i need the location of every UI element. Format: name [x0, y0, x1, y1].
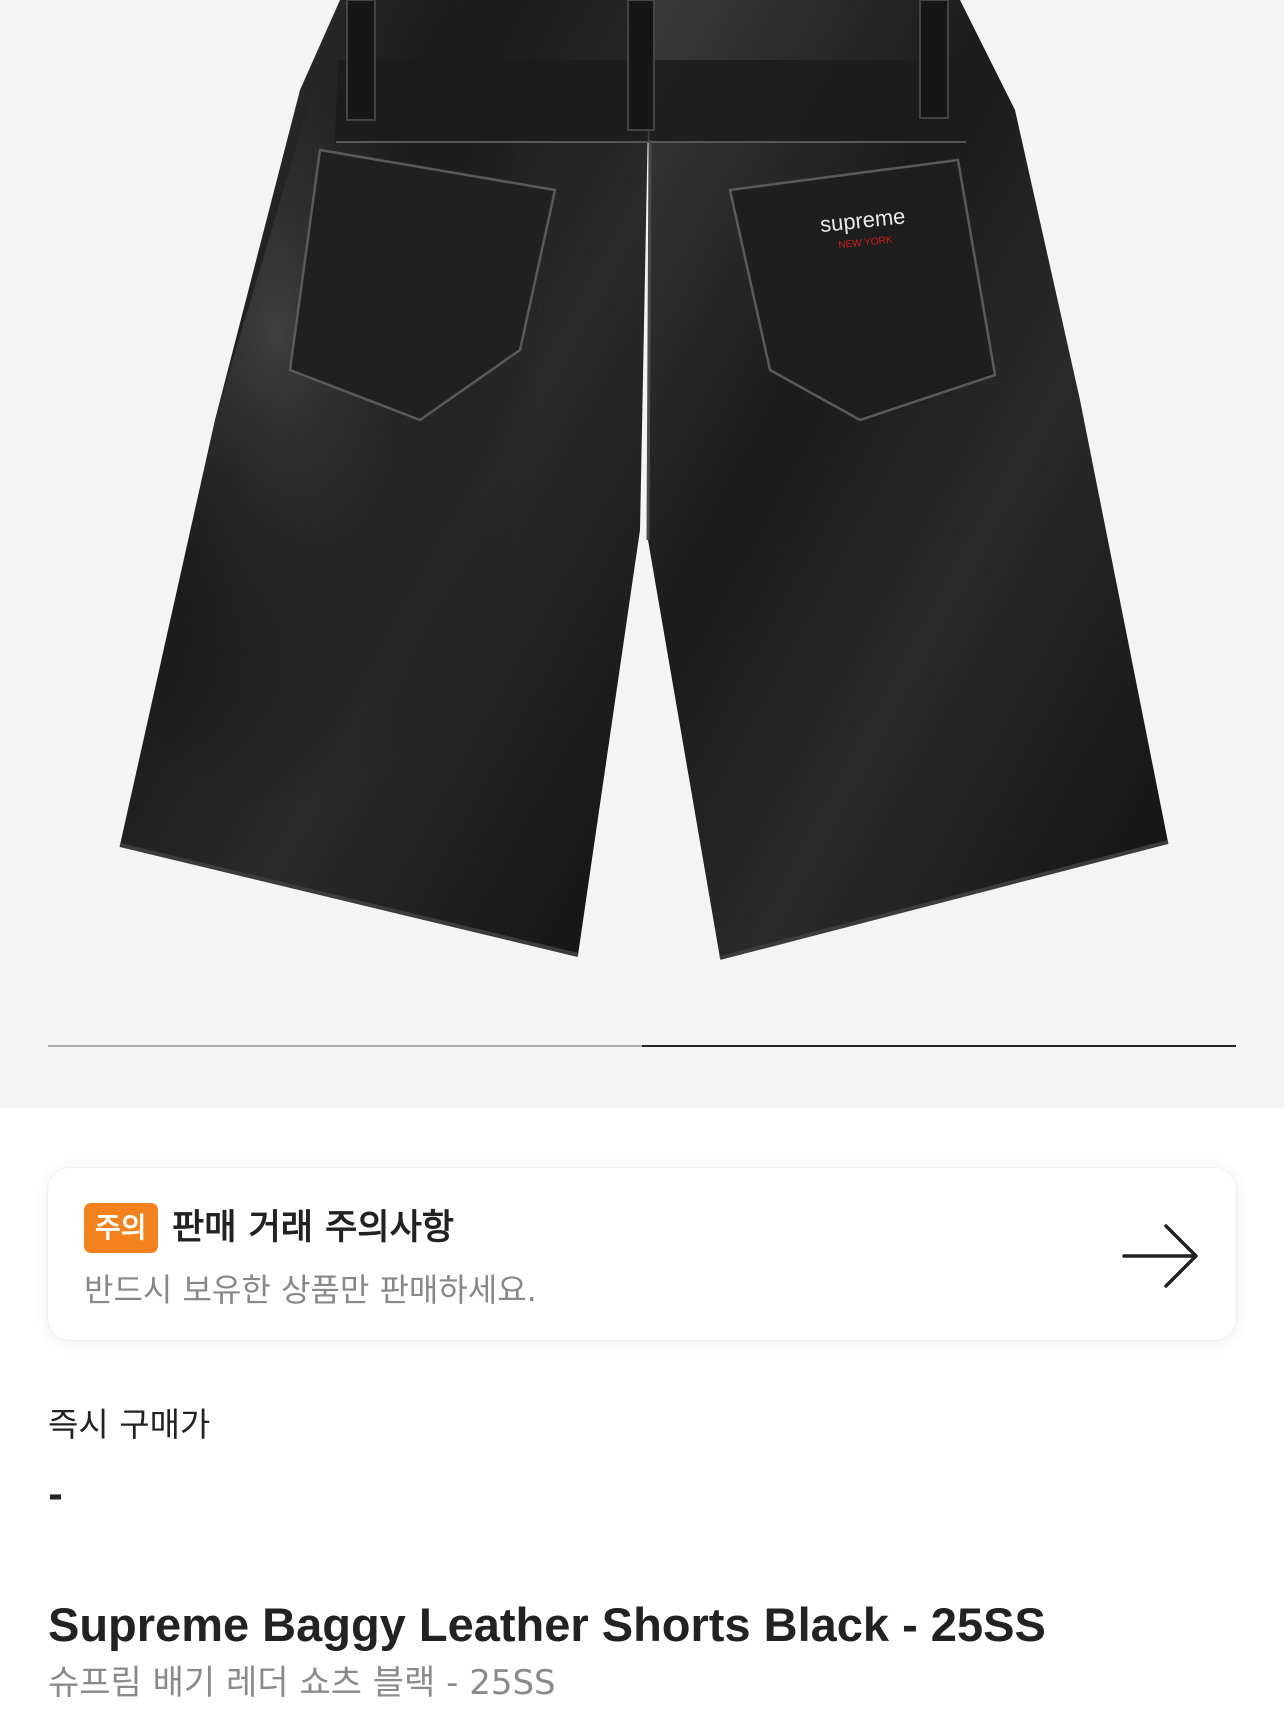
product-image-gallery[interactable]: supreme NEW YORK — [0, 0, 1284, 1108]
arrow-right-icon[interactable] — [1122, 1220, 1200, 1292]
notice-title: 판매 거래 주의사항 — [172, 1208, 454, 1248]
product-image: supreme NEW YORK — [119, 0, 1169, 960]
warning-badge: 주의 — [84, 1203, 158, 1253]
product-subtitle: 슈프림 배기 레더 쇼츠 블랙 - 25SS — [48, 1663, 556, 1703]
gallery-progress-bar — [48, 1045, 1236, 1047]
selling-notice-banner[interactable]: 주의 판매 거래 주의사항 반드시 보유한 상품만 판매하세요. — [48, 1168, 1236, 1340]
gallery-progress-indicator — [642, 1045, 1236, 1047]
instant-buy-price-label: 즉시 구매가 — [48, 1405, 211, 1444]
shorts-right-leg — [648, 0, 1168, 958]
notice-description: 반드시 보유한 상품만 판매하세요. — [84, 1271, 537, 1309]
instant-buy-price-value: - — [48, 1475, 63, 1516]
product-title: Supreme Baggy Leather Shorts Black - 25S… — [48, 1598, 1046, 1651]
